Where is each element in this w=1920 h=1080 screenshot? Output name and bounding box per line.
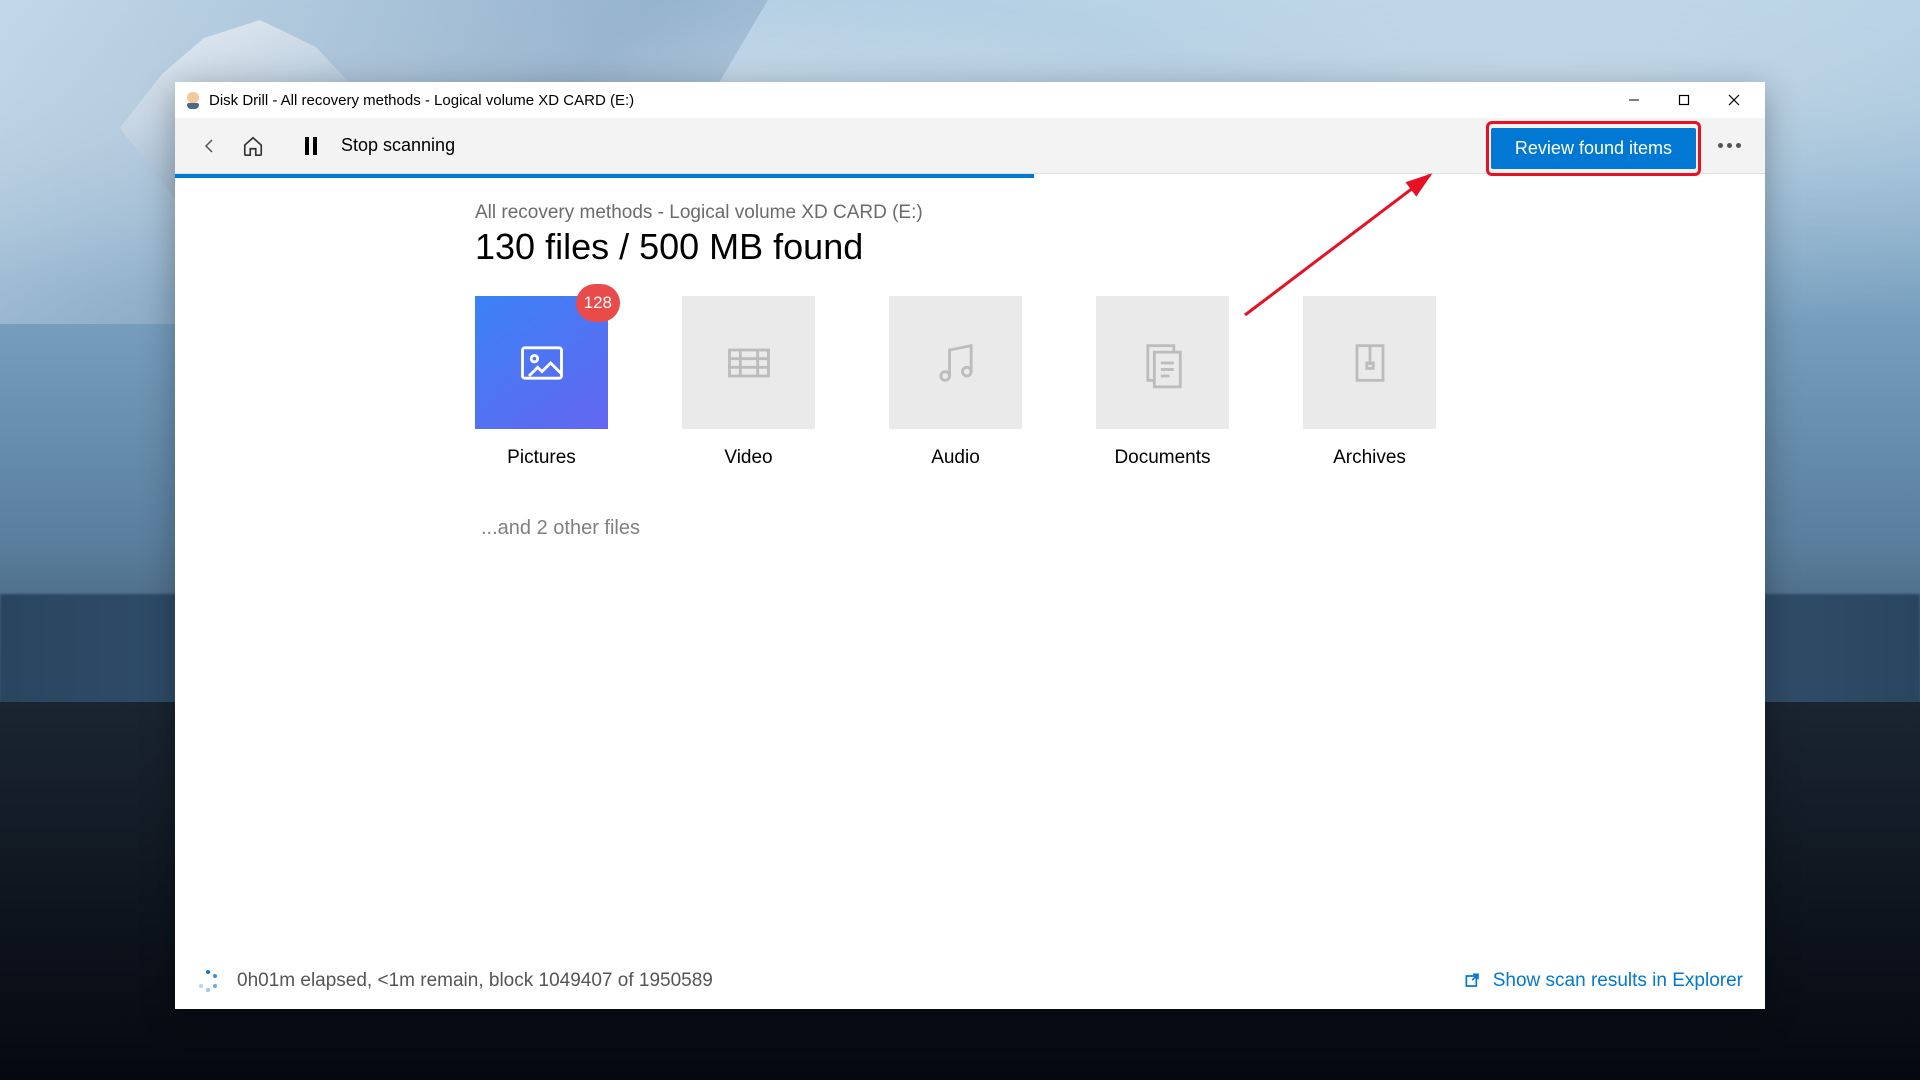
maximize-icon <box>1678 94 1690 106</box>
maximize-button[interactable] <box>1659 82 1709 118</box>
pause-icon <box>305 137 317 155</box>
close-icon <box>1728 94 1740 106</box>
category-tile <box>1303 296 1436 429</box>
video-icon <box>723 337 775 389</box>
scan-results-headline: 130 files / 500 MB found <box>475 226 1765 268</box>
titlebar[interactable]: Disk Drill - All recovery methods - Logi… <box>175 82 1765 118</box>
category-label: Audio <box>931 447 980 469</box>
pause-scan-button[interactable] <box>293 128 329 164</box>
annotation-highlight: Review found items <box>1486 121 1701 176</box>
image-icon <box>516 337 568 389</box>
loading-spinner-icon <box>197 970 219 992</box>
dot-icon <box>1727 143 1732 148</box>
minimize-button[interactable] <box>1609 82 1659 118</box>
minimize-icon <box>1628 94 1640 106</box>
category-label: Video <box>724 447 772 469</box>
other-files-text: ...and 2 other files <box>481 517 1765 540</box>
document-icon <box>1137 337 1189 389</box>
external-link-icon <box>1463 971 1483 991</box>
review-found-items-button[interactable]: Review found items <box>1491 128 1696 169</box>
category-label: Archives <box>1333 447 1406 469</box>
home-icon <box>242 135 264 157</box>
status-bar: 0h01m elapsed, <1m remain, block 1049407… <box>175 953 1765 1009</box>
category-label: Pictures <box>507 447 576 469</box>
window-title: Disk Drill - All recovery methods - Logi… <box>209 92 1609 109</box>
category-grid: 128 Pictures Video Audio Documents <box>475 296 1765 469</box>
scan-subtitle: All recovery methods - Logical volume XD… <box>475 202 1765 224</box>
category-tile <box>889 296 1022 429</box>
main-content: All recovery methods - Logical volume XD… <box>175 178 1765 953</box>
explorer-link-label: Show scan results in Explorer <box>1493 970 1743 992</box>
toolbar: Stop scanning Review found items <box>175 118 1765 174</box>
back-arrow-icon <box>199 136 219 156</box>
app-window: Disk Drill - All recovery methods - Logi… <box>175 82 1765 1009</box>
show-in-explorer-link[interactable]: Show scan results in Explorer <box>1463 970 1743 992</box>
category-documents[interactable]: Documents <box>1096 296 1229 469</box>
category-archives[interactable]: Archives <box>1303 296 1436 469</box>
category-audio[interactable]: Audio <box>889 296 1022 469</box>
category-label: Documents <box>1114 447 1210 469</box>
archive-icon <box>1344 337 1396 389</box>
stop-scanning-label[interactable]: Stop scanning <box>341 135 455 156</box>
dot-icon <box>1718 143 1723 148</box>
category-tile <box>682 296 815 429</box>
category-video[interactable]: Video <box>682 296 815 469</box>
close-button[interactable] <box>1709 82 1759 118</box>
back-button[interactable] <box>191 128 227 164</box>
category-tile <box>1096 296 1229 429</box>
more-options-button[interactable] <box>1710 135 1749 156</box>
scan-status-text: 0h01m elapsed, <1m remain, block 1049407… <box>237 970 713 992</box>
window-controls <box>1609 82 1759 118</box>
category-pictures[interactable]: 128 Pictures <box>475 296 608 469</box>
audio-icon <box>930 337 982 389</box>
dot-icon <box>1736 143 1741 148</box>
app-icon <box>185 92 201 108</box>
home-button[interactable] <box>235 128 271 164</box>
count-badge: 128 <box>576 284 620 322</box>
